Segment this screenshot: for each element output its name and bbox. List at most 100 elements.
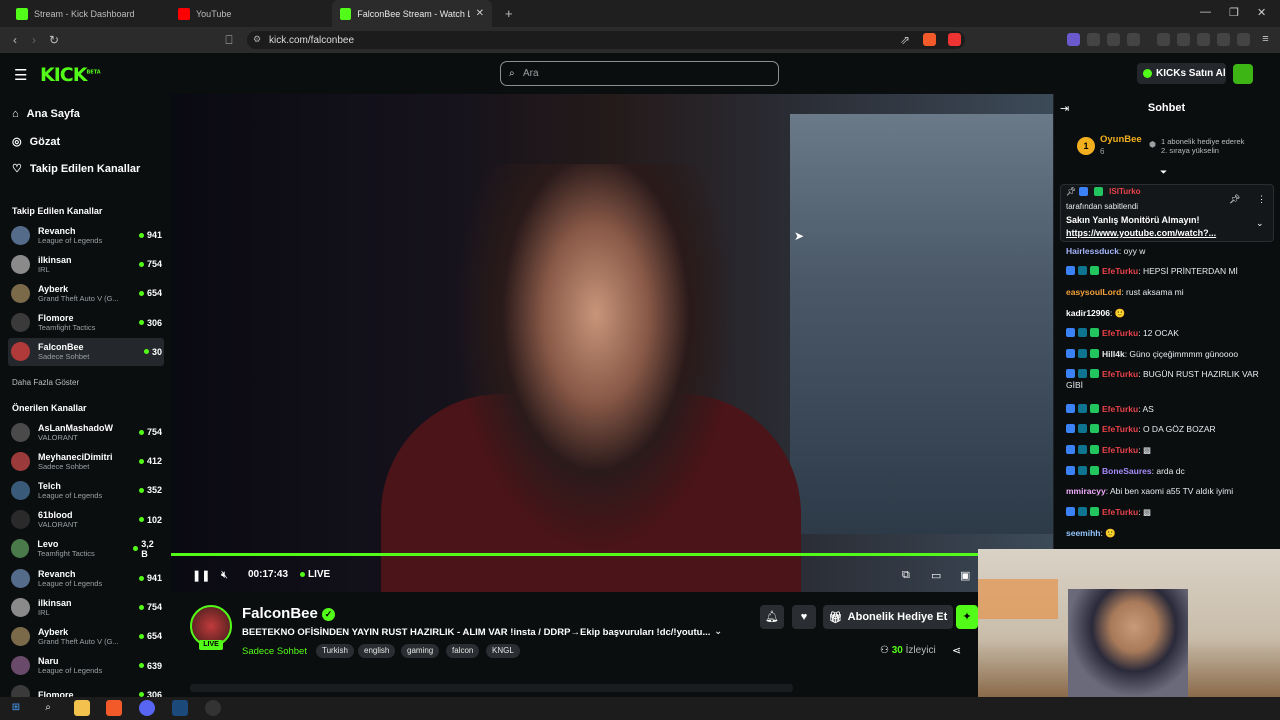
picture-in-picture-icon[interactable]: ⧉ [902, 569, 910, 582]
sidebar-channel-ayberk[interactable]: Ayberk Grand Theft Auto V (G... 654 [8, 622, 164, 650]
badge-icon [1078, 507, 1087, 516]
chat-username[interactable]: seemihh [1066, 528, 1101, 538]
chat-username[interactable]: EfeTurku [1102, 328, 1138, 338]
pinned-link[interactable]: https://www.youtube.com/watch?... [1066, 228, 1216, 238]
sidebar-channel-ilkinsan[interactable]: ilkinsan IRL 754 [8, 593, 164, 621]
more-options-icon[interactable]: ⋮ [1257, 194, 1266, 205]
hamburger-menu-icon[interactable]: ☰ [14, 66, 27, 84]
sidebar-channel-aslanmashadow[interactable]: AsLanMashadoW VALORANT 754 [8, 418, 164, 446]
sidebar-channel-naru[interactable]: Naru League of Legends 639 [8, 652, 164, 680]
chat-username[interactable]: kadir12906 [1066, 308, 1110, 318]
subscribe-button[interactable]: ✦ [956, 605, 978, 629]
nav-following[interactable]: ♡ Takip Edilen Kanallar [12, 162, 140, 176]
chevron-down-icon[interactable]: ⌄ [714, 626, 722, 637]
restore-icon[interactable]: ❐ [1229, 6, 1239, 19]
show-more-link[interactable]: Daha Fazla Göster [12, 378, 79, 387]
theater-mode-icon[interactable]: ▭ [931, 569, 941, 582]
sidebar-channel-revanch[interactable]: Revanch League of Legends 941 [8, 221, 164, 249]
tag[interactable]: english [358, 644, 396, 658]
chat-username[interactable]: EfeTurku [1102, 507, 1138, 517]
tag[interactable]: falcon [446, 644, 480, 658]
notification-bell-button[interactable]: 🔔︎ [760, 605, 784, 629]
reload-icon[interactable]: ↻ [46, 32, 62, 48]
share-icon[interactable]: ⋖ [952, 644, 961, 657]
chat-username[interactable]: mmiracyy [1066, 486, 1106, 496]
leo-icon[interactable] [1217, 33, 1230, 46]
close-tab-icon[interactable]: ✕ [476, 8, 484, 19]
sidebar-channel-61blood[interactable]: 61blood VALORANT 102 [8, 506, 164, 534]
brave-browser-icon[interactable] [106, 700, 122, 716]
nav-browse[interactable]: ◎ Gözat [12, 135, 60, 149]
forward-icon[interactable]: › [26, 32, 42, 48]
brave-shield-icon[interactable] [923, 33, 936, 46]
sidebar-channel-ayberk[interactable]: Ayberk Grand Theft Auto V (G... 654 [8, 279, 164, 307]
chat-username[interactable]: EfeTurku [1102, 266, 1138, 276]
rewards-icon[interactable] [948, 33, 961, 46]
sidebar-channel-ilkinsan[interactable]: ilkinsan IRL 754 [8, 250, 164, 278]
tag[interactable]: KNGL [486, 644, 520, 658]
sidebar-channel-flomore[interactable]: Flomore Teamfight Tactics 306 [8, 309, 164, 337]
vpn-icon[interactable] [1237, 33, 1250, 46]
menu-icon[interactable]: ≡ [1259, 33, 1272, 46]
top-gifter-name[interactable]: OyunBee [1100, 134, 1142, 145]
wallet-icon[interactable] [1197, 33, 1210, 46]
follow-button[interactable]: ♥ [792, 605, 816, 629]
steam-icon[interactable] [172, 700, 188, 716]
pinned-text: Sakın Yanlış Monitörü Almayın! [1066, 215, 1200, 225]
chat-username[interactable]: EfeTurku [1102, 424, 1138, 434]
video-player[interactable] [171, 94, 1053, 592]
chat-username[interactable]: easysoulLord [1066, 287, 1121, 297]
tag[interactable]: Turkish [316, 644, 354, 658]
new-tab-button[interactable]: + [497, 0, 521, 27]
sidebar-toggle-icon[interactable] [1177, 33, 1190, 46]
fullscreen-icon[interactable]: ▣ [960, 569, 970, 582]
chat-username[interactable]: EfeTurku [1102, 445, 1138, 455]
sidebar-channel-levo[interactable]: Levo Teamfight Tactics 3,2 B [8, 535, 164, 563]
obs-icon[interactable] [205, 700, 221, 716]
address-bar[interactable]: ⚙ kick.com/falconbee [247, 31, 965, 49]
tag[interactable]: gaming [401, 644, 440, 658]
sidebar-channel-telch[interactable]: Telch League of Legends 352 [8, 476, 164, 504]
chat-username[interactable]: EfeTurku [1102, 369, 1138, 379]
search-icon[interactable]: ⌕ [40, 700, 56, 716]
tab-youtube[interactable]: YouTube [170, 0, 330, 27]
chat-username[interactable]: EfeTurku [1102, 404, 1138, 414]
badge-icon [1078, 369, 1087, 378]
user-avatar[interactable] [1233, 64, 1253, 84]
site-info-icon[interactable]: ⚙ [253, 34, 261, 45]
progress-bar[interactable] [171, 553, 979, 556]
chat-username[interactable]: BoneSaures [1102, 466, 1152, 476]
extension-icon[interactable] [1087, 33, 1100, 46]
discord-icon[interactable] [139, 700, 155, 716]
sidebar-channel-meyhanecidimitri[interactable]: MeyhaneciDimitri Sadece Sohbet 412 [8, 447, 164, 475]
chat-username[interactable]: Hairlessduck [1066, 246, 1119, 256]
share-icon[interactable]: ⇗ [897, 32, 913, 48]
channel-name[interactable]: FalconBee ✓ [242, 605, 336, 622]
stream-category[interactable]: Sadece Sohbet [242, 646, 307, 657]
back-icon[interactable]: ‹ [7, 32, 23, 48]
file-explorer-icon[interactable] [74, 700, 90, 716]
chat-username[interactable]: Hill4k [1102, 349, 1125, 359]
search-input[interactable]: ⌕ Ara [500, 61, 779, 86]
close-window-icon[interactable]: ✕ [1257, 6, 1266, 19]
extension-icon[interactable] [1067, 33, 1080, 46]
windows-start-icon[interactable]: ⊞ [8, 700, 24, 716]
nav-home[interactable]: ⌂ Ana Sayfa [12, 108, 80, 120]
minimize-icon[interactable]: — [1200, 6, 1211, 18]
buy-kicks-button[interactable]: KICKs Satın Al [1137, 63, 1226, 84]
sidebar-channel-revanch[interactable]: Revanch League of Legends 941 [8, 564, 164, 592]
chevron-down-icon[interactable]: ⌄ [1256, 218, 1264, 229]
gift-subscription-button[interactable]: 🎁︎ Abonelik Hediye Et [823, 605, 953, 629]
unpin-icon[interactable]: 📌︎ [1229, 194, 1240, 205]
extension-icon[interactable] [1127, 33, 1140, 46]
mute-icon[interactable]: 🔇︎ [221, 569, 228, 582]
bookmark-icon[interactable]: ⎕ [221, 32, 237, 48]
pause-icon[interactable]: ❚❚ [192, 569, 210, 582]
puzzle-icon[interactable] [1107, 33, 1120, 46]
sidebar-channel-falconbee[interactable]: FalconBee Sadece Sohbet 30 [8, 337, 164, 366]
tab-kick-dashboard[interactable]: Stream - Kick Dashboard [8, 0, 168, 27]
tab-falconbee[interactable]: FalconBee Stream - Watch Live o ✕ [332, 0, 492, 27]
media-icon[interactable] [1157, 33, 1170, 46]
expand-leaderboard-icon[interactable]: ⏷ [1160, 167, 1167, 178]
kick-logo[interactable]: KICKBETA [40, 64, 101, 86]
